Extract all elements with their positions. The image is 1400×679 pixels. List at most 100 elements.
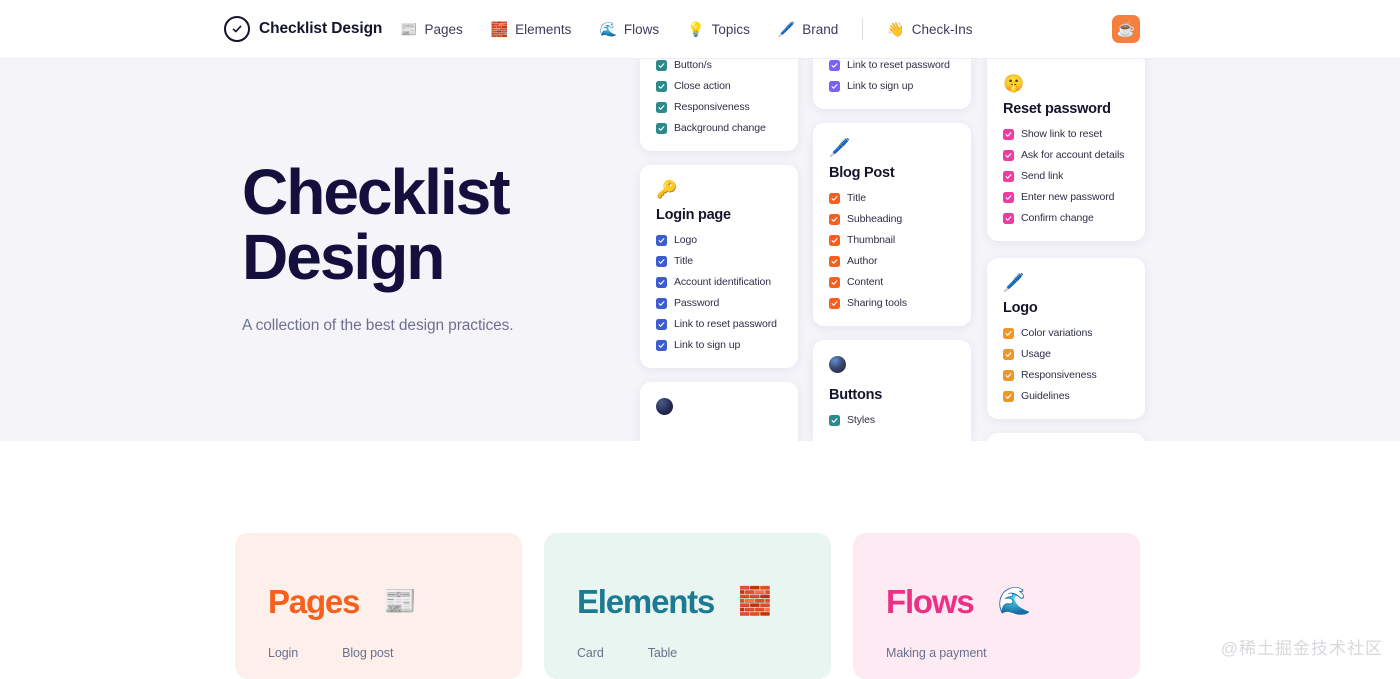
checklist-item[interactable]: Link to sign up: [829, 80, 955, 92]
checkbox-checked-icon[interactable]: [829, 234, 840, 246]
checkbox-checked-icon[interactable]: [656, 276, 667, 288]
checklist-card-buttons[interactable]: Buttons Styles: [813, 340, 971, 441]
checklist-item[interactable]: Guidelines: [1003, 390, 1129, 402]
checkbox-checked-icon[interactable]: [656, 255, 667, 267]
checkbox-checked-icon[interactable]: [829, 192, 840, 204]
checkbox-checked-icon[interactable]: [829, 414, 840, 426]
checklist-item[interactable]: Link to reset password: [829, 59, 955, 71]
checklist-card-logo[interactable]: 🖊️ Logo Color variations Usage Responsiv…: [987, 258, 1145, 419]
checklist-item[interactable]: Responsiveness: [656, 101, 782, 113]
category-link[interactable]: Table: [648, 646, 677, 660]
category-link[interactable]: Making a payment: [886, 646, 987, 660]
checklist-item[interactable]: Styles: [829, 414, 955, 426]
checklist-item[interactable]: Title: [829, 192, 955, 204]
checkbox-checked-icon[interactable]: [1003, 128, 1014, 140]
checkbox-checked-icon[interactable]: [1003, 170, 1014, 182]
watermark: @稀土掘金技术社区: [1220, 639, 1383, 658]
brand-logo[interactable]: Checklist Design: [224, 16, 382, 42]
checklist-item[interactable]: Color variations: [1003, 327, 1129, 339]
checklist-item[interactable]: Logo: [656, 234, 782, 246]
nav-item-brand[interactable]: 🖊️ Brand: [764, 16, 852, 43]
checkbox-checked-icon[interactable]: [656, 80, 667, 92]
checklist-card-blog-post[interactable]: 🖊️ Blog Post Title Subheading Thumbnail …: [813, 123, 971, 326]
checklist-item[interactable]: Author: [829, 255, 955, 267]
checklist-item[interactable]: Password: [656, 297, 782, 309]
checkbox-checked-icon[interactable]: [1003, 191, 1014, 203]
category-link[interactable]: Login: [268, 646, 298, 660]
checkbox-checked-icon[interactable]: [829, 59, 840, 71]
category-title: Elements: [577, 583, 715, 620]
nav-item-check-ins[interactable]: 👋 Check-Ins: [873, 16, 986, 43]
checkbox-checked-icon[interactable]: [1003, 212, 1014, 224]
checklist-item[interactable]: Sharing tools: [829, 297, 955, 309]
coffee-support-button[interactable]: ☕: [1112, 15, 1140, 43]
nav-item-label: Check-Ins: [911, 21, 973, 37]
card-title: Reset password: [1003, 101, 1111, 117]
brick-icon: 🧱: [490, 21, 509, 37]
checklist-item[interactable]: Link to sign up: [656, 339, 782, 351]
checklist-item[interactable]: Content: [829, 276, 955, 288]
checklist-item[interactable]: Show link to reset: [1003, 128, 1129, 140]
checkbox-checked-icon[interactable]: [656, 101, 667, 113]
checklist-item[interactable]: Title: [656, 255, 782, 267]
checklist-item-label: Content: [847, 276, 884, 288]
checklist-item[interactable]: Enter new password: [1003, 191, 1129, 203]
checklist-card-partial[interactable]: [640, 382, 798, 441]
nav-item-label: Flows: [623, 21, 660, 37]
checkbox-checked-icon[interactable]: [656, 59, 667, 71]
category-link[interactable]: Blog post: [342, 646, 393, 660]
category-title: Pages: [268, 583, 360, 620]
checklist-card[interactable]: Button/s Close action Responsiveness Bac…: [640, 59, 798, 151]
checklist-item[interactable]: Usage: [1003, 348, 1129, 360]
category-link[interactable]: Card: [577, 646, 604, 660]
checklist-card-login-page[interactable]: 🔑 Login page Logo Title Account identifi…: [640, 165, 798, 368]
checkbox-checked-icon[interactable]: [1003, 327, 1014, 339]
checklist-item[interactable]: Ask for account details: [1003, 149, 1129, 161]
category-title: Flows: [886, 583, 975, 620]
category-card-elements[interactable]: Elements 🧱 Card Table: [544, 533, 831, 679]
checkbox-checked-icon[interactable]: [829, 213, 840, 225]
checklist-card[interactable]: Link to reset password Link to sign up: [813, 59, 971, 109]
checkbox-checked-icon[interactable]: [656, 318, 667, 330]
checklist-item-label: Responsiveness: [1021, 369, 1097, 381]
checkbox-checked-icon[interactable]: [829, 276, 840, 288]
checklist-item[interactable]: Link to reset password: [656, 318, 782, 330]
checkbox-checked-icon[interactable]: [1003, 149, 1014, 161]
category-card-flows[interactable]: Flows 🌊 Making a payment: [853, 533, 1140, 679]
checklist-item-label: Color variations: [1021, 327, 1093, 339]
checkbox-checked-icon[interactable]: [1003, 348, 1014, 360]
checkbox-checked-icon[interactable]: [1003, 390, 1014, 402]
category-card-pages[interactable]: Pages 📰 Login Blog post: [235, 533, 522, 679]
nav-item-topics[interactable]: 💡 Topics: [673, 16, 764, 43]
checkbox-checked-icon[interactable]: [656, 297, 667, 309]
checklist-item[interactable]: Close action: [656, 80, 782, 92]
checklist-item-label: Logo: [674, 234, 697, 246]
checklist-card-partial[interactable]: [987, 433, 1145, 441]
checklist-item-label: Guidelines: [1021, 390, 1070, 402]
category-header: Elements 🧱: [577, 585, 798, 618]
checklist-item-label: Author: [847, 255, 878, 267]
checkbox-checked-icon[interactable]: [656, 122, 667, 134]
checkbox-checked-icon[interactable]: [829, 297, 840, 309]
nav-item-elements[interactable]: 🧱 Elements: [477, 16, 586, 43]
checklist-item-label: Link to sign up: [847, 80, 914, 92]
category-header: Flows 🌊: [886, 585, 1107, 618]
checklist-item[interactable]: Responsiveness: [1003, 369, 1129, 381]
checkbox-checked-icon[interactable]: [1003, 369, 1014, 381]
checkbox-checked-icon[interactable]: [656, 234, 667, 246]
checklist-item[interactable]: Confirm change: [1003, 212, 1129, 224]
nav-item-pages[interactable]: 📰 Pages: [386, 16, 477, 43]
checklist-item[interactable]: Button/s: [656, 59, 782, 71]
checklist-card-reset-password[interactable]: 🤫 Reset password Show link to reset Ask …: [987, 59, 1145, 241]
checkbox-checked-icon[interactable]: [656, 339, 667, 351]
checkbox-checked-icon[interactable]: [829, 255, 840, 267]
checklist-item[interactable]: Background change: [656, 122, 782, 134]
checklist-item[interactable]: Account identification: [656, 276, 782, 288]
checklist-item[interactable]: Send link: [1003, 170, 1129, 182]
nav-item-flows[interactable]: 🌊 Flows: [585, 16, 673, 43]
checkbox-checked-icon[interactable]: [829, 80, 840, 92]
checklist-item[interactable]: Thumbnail: [829, 234, 955, 246]
dark-sphere-icon: [656, 398, 673, 415]
checklist-item-label: Send link: [1021, 170, 1064, 182]
checklist-item[interactable]: Subheading: [829, 213, 955, 225]
